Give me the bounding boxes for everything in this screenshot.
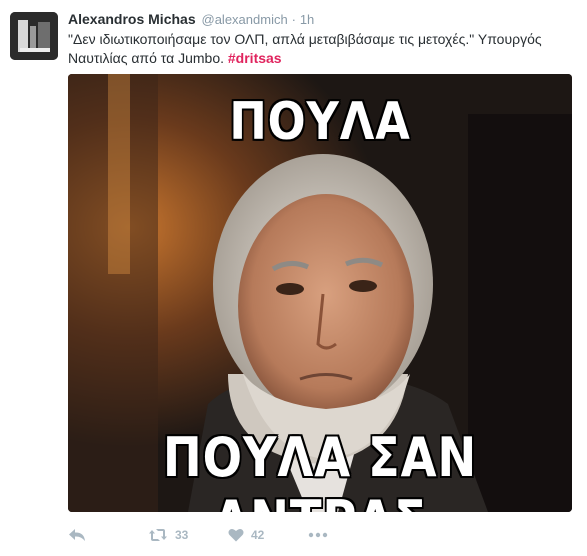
- meme-top-caption: ΠΟΥΛΑ: [229, 92, 411, 152]
- tweet: Alexandros Michas @alexandmich · 1h "Δεν…: [0, 0, 587, 556]
- avatar[interactable]: [10, 12, 58, 60]
- tweet-timestamp[interactable]: 1h: [300, 12, 314, 27]
- reply-button[interactable]: [68, 528, 148, 542]
- tweet-body: "Δεν ιδιωτικοποιήσαμε τον ΟΛΠ, απλά μετα…: [68, 31, 542, 66]
- author-fullname[interactable]: Alexandros Michas: [68, 11, 196, 27]
- like-count: 42: [251, 528, 265, 542]
- meme-bottom-caption: ΠΟΥΛΑ ΣΑΝ ΑΝΤΡΑΣ: [162, 426, 478, 512]
- retweet-button[interactable]: 33: [148, 528, 228, 542]
- heart-icon: [228, 528, 244, 542]
- tweet-text: "Δεν ιδιωτικοποιήσαμε τον ΟΛΠ, απλά μετα…: [68, 30, 578, 68]
- retweet-icon: [148, 528, 168, 542]
- reply-icon: [68, 528, 86, 542]
- tweet-media-image[interactable]: ΠΟΥΛΑ ΠΟΥΛΑ ΣΑΝ ΑΝΤΡΑΣ: [68, 74, 572, 512]
- tweet-actions: 33 42: [68, 524, 468, 546]
- author-handle[interactable]: @alexandmich: [202, 12, 288, 27]
- tweet-header: Alexandros Michas @alexandmich · 1h: [68, 10, 314, 29]
- retweet-count: 33: [175, 528, 189, 542]
- more-icon: [308, 532, 328, 538]
- more-button[interactable]: [308, 532, 328, 538]
- like-button[interactable]: 42: [228, 528, 308, 542]
- hashtag-link[interactable]: #dritsas: [228, 50, 282, 66]
- header-separator: ·: [291, 12, 296, 27]
